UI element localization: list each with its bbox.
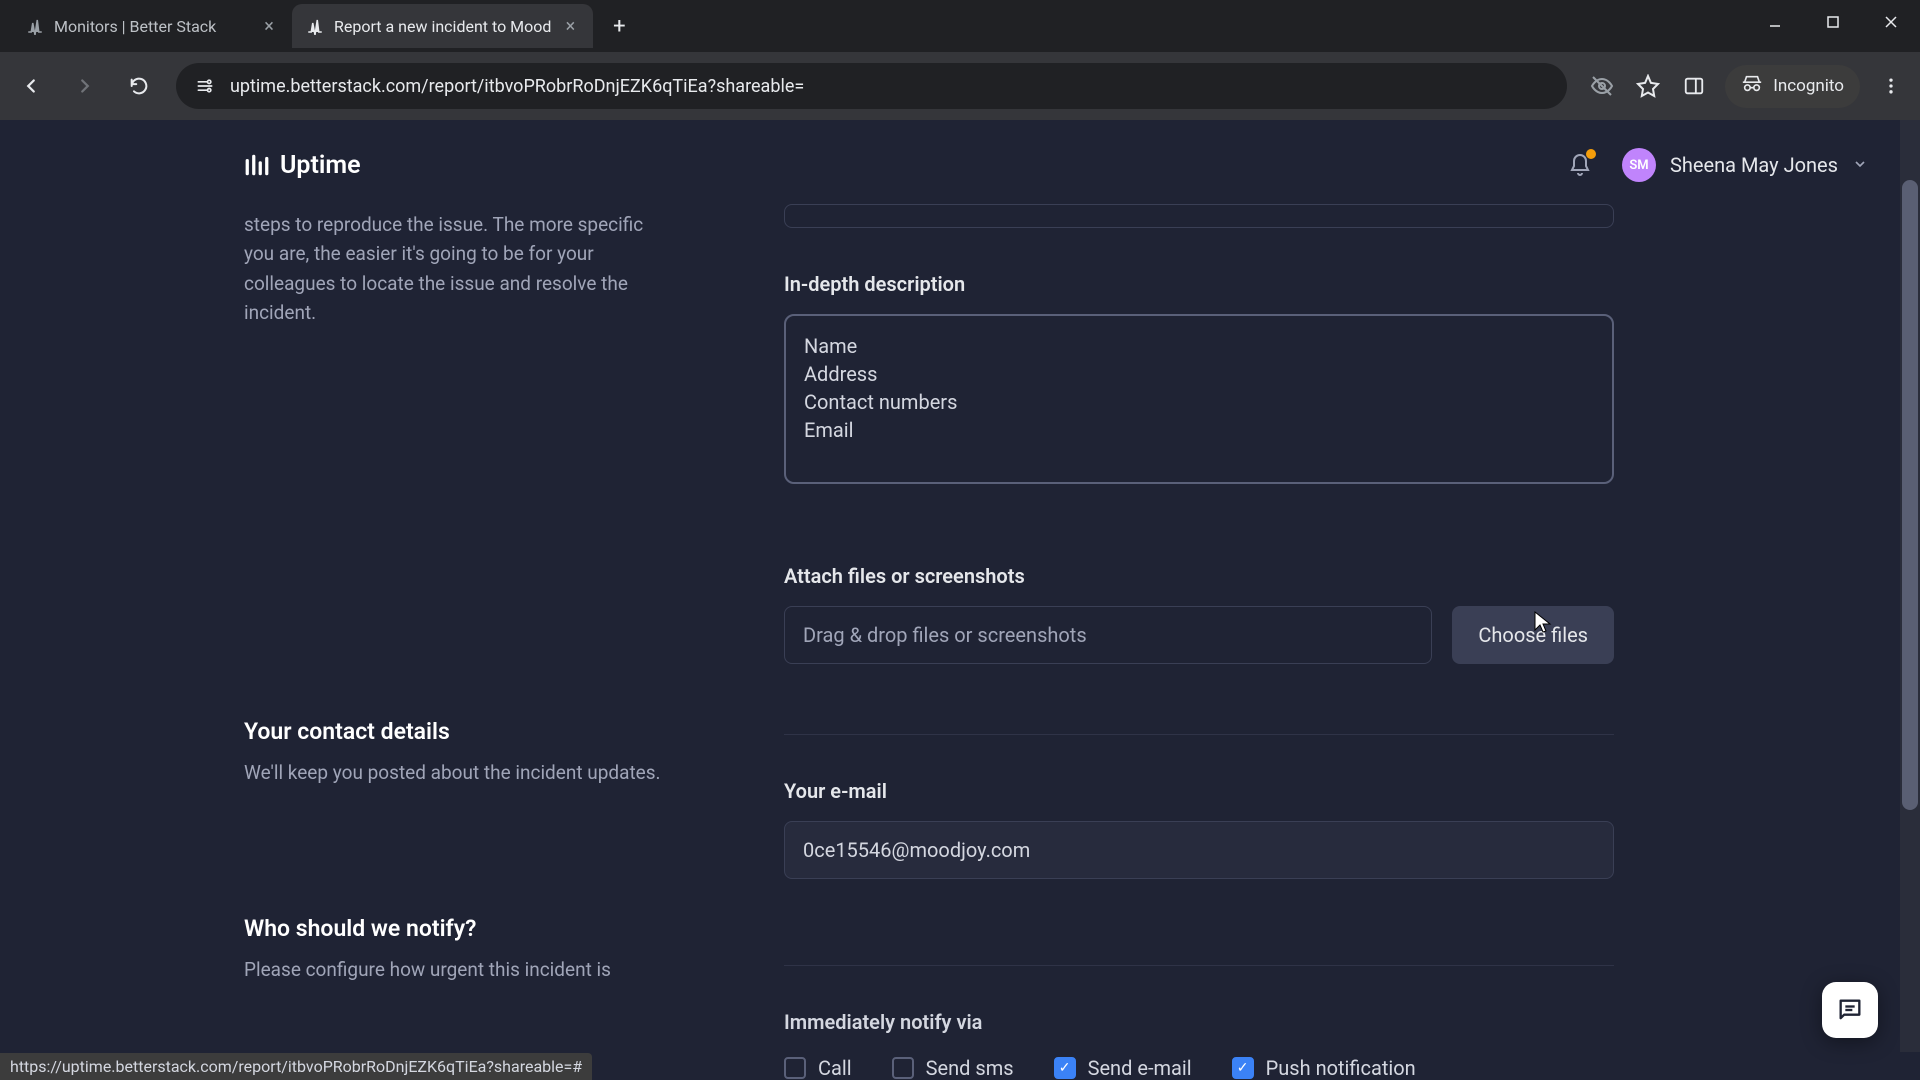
app-header: Uptime SM Sheena May Jones [0,120,1920,210]
notify-options: Call Send sms ✓ Send e-mail ✓ Push notif… [784,1056,1614,1080]
checkbox-icon [892,1057,914,1079]
url-text: uptime.betterstack.com/report/itbvoPRobr… [230,76,804,97]
notifications-button[interactable] [1566,151,1594,179]
status-bar: https://uptime.betterstack.com/report/it… [0,1053,592,1080]
user-name: Sheena May Jones [1670,153,1838,177]
left-column: steps to reproduce the issue. The more s… [244,210,664,1080]
contact-title: Your contact details [244,718,664,745]
tab-monitors[interactable]: Monitors | Better Stack × [12,4,292,48]
attach-label: Attach files or screenshots [784,564,1614,588]
new-tab-button[interactable]: + [601,8,637,44]
choose-files-button[interactable]: Choose files [1452,606,1614,664]
chat-icon [1836,996,1864,1024]
description-textarea[interactable] [784,314,1614,484]
brand-logo[interactable]: Uptime [244,151,361,180]
chat-fab[interactable] [1822,982,1878,1038]
logo-icon [244,152,270,178]
avatar: SM [1622,148,1656,182]
section-divider [784,734,1614,735]
file-dropzone[interactable]: Drag & drop files or screenshots [784,606,1432,664]
site-settings-icon[interactable] [194,75,216,97]
main-content: steps to reproduce the issue. The more s… [0,210,1920,1080]
checkbox-icon [784,1057,806,1079]
incognito-icon [1741,73,1763,100]
checkbox-push[interactable]: ✓ Push notification [1232,1056,1416,1080]
checkbox-icon: ✓ [1054,1057,1076,1079]
description-label: In-depth description [784,272,1614,296]
tab-bar: Monitors | Better Stack × Report a new i… [0,0,1920,52]
url-input[interactable]: uptime.betterstack.com/report/itbvoPRobr… [176,63,1567,109]
browser-chrome: Monitors | Better Stack × Report a new i… [0,0,1920,120]
checkbox-icon: ✓ [1232,1057,1254,1079]
notify-subtitle: Please configure how urgent this inciden… [244,956,664,985]
checkbox-email[interactable]: ✓ Send e-mail [1054,1056,1192,1080]
favicon-icon [306,17,324,35]
reload-button[interactable] [122,69,156,103]
scroll-thumb[interactable] [1902,180,1918,810]
page-body: Uptime SM Sheena May Jones steps to repr… [0,120,1920,1080]
checkbox-label: Push notification [1266,1056,1416,1080]
notify-title: Who should we notify? [244,915,664,942]
contact-details-section: Your contact details We'll keep you post… [244,718,664,788]
incognito-badge[interactable]: Incognito [1725,65,1860,108]
kebab-menu-icon[interactable] [1876,71,1906,101]
minimize-button[interactable] [1746,0,1804,44]
contact-subtitle: We'll keep you posted about the incident… [244,759,664,788]
brand-name: Uptime [280,151,361,180]
maximize-button[interactable] [1804,0,1862,44]
forward-button[interactable] [68,69,102,103]
email-input[interactable] [784,821,1614,879]
close-icon[interactable]: × [260,17,278,35]
checkbox-label: Send e-mail [1088,1056,1192,1080]
favicon-icon [26,17,44,35]
email-label: Your e-mail [784,779,1614,803]
section-divider [784,965,1614,966]
incognito-label: Incognito [1773,76,1844,96]
eye-off-icon[interactable] [1587,71,1617,101]
checkbox-call[interactable]: Call [784,1056,852,1080]
address-bar-actions: Incognito [1587,65,1906,108]
checkbox-label: Send sms [926,1056,1014,1080]
tab-title: Report a new incident to Mood [334,17,551,36]
checkbox-sms[interactable]: Send sms [892,1056,1014,1080]
close-window-button[interactable] [1862,0,1920,44]
immediately-notify-label: Immediately notify via [784,1010,1614,1034]
checkbox-label: Call [818,1056,852,1080]
window-controls [1746,0,1920,44]
back-button[interactable] [14,69,48,103]
vertical-scrollbar[interactable] [1900,120,1920,1052]
address-bar: uptime.betterstack.com/report/itbvoPRobr… [0,52,1920,120]
intro-help-text: steps to reproduce the issue. The more s… [244,210,664,328]
user-menu[interactable]: SM Sheena May Jones [1622,148,1868,182]
chevron-down-icon [1852,153,1868,177]
dropzone-text: Drag & drop files or screenshots [803,623,1087,647]
summary-input-stub[interactable] [784,204,1614,228]
notification-dot-icon [1586,149,1596,159]
right-column: In-depth description Attach files or scr… [784,210,1614,1080]
star-icon[interactable] [1633,71,1663,101]
tab-report-incident[interactable]: Report a new incident to Mood × [292,4,593,48]
notify-section: Who should we notify? Please configure h… [244,915,664,985]
close-icon[interactable]: × [561,17,579,35]
tab-title: Monitors | Better Stack [54,17,250,36]
panel-icon[interactable] [1679,71,1709,101]
